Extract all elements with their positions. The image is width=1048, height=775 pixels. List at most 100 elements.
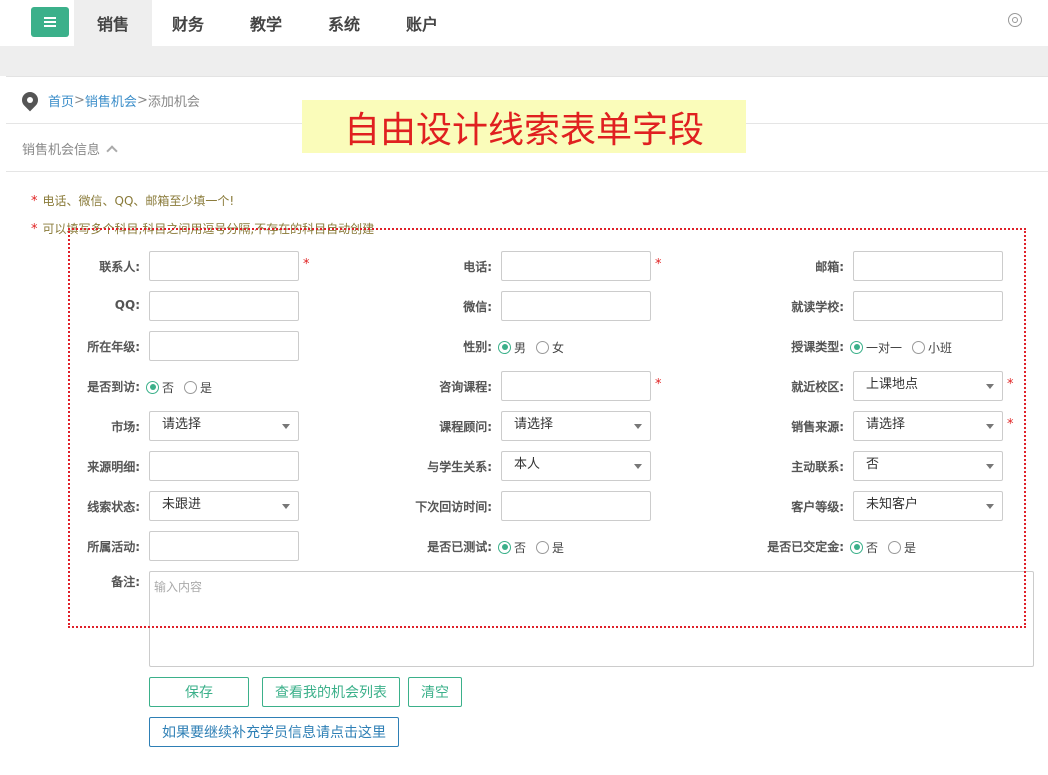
- breadcrumb-separator: >: [74, 92, 85, 108]
- dropdown-arrow-icon: [986, 464, 994, 469]
- deposit-no-option[interactable]: 否: [850, 539, 878, 556]
- label-class-type: 授课类型:: [791, 340, 844, 354]
- continue-student-info-button[interactable]: 如果要继续补充学员信息请点击这里: [149, 717, 399, 747]
- lead-status-select[interactable]: 未跟进: [149, 491, 299, 521]
- source-select[interactable]: 请选择: [853, 411, 1003, 441]
- source-detail-input[interactable]: [149, 451, 299, 481]
- clear-button[interactable]: 清空: [408, 677, 462, 707]
- view-my-opportunities-button[interactable]: 查看我的机会列表: [262, 677, 400, 707]
- email-input[interactable]: [853, 251, 1003, 281]
- label-school: 就读学校:: [791, 300, 844, 314]
- remark-placeholder: 输入内容: [154, 580, 203, 594]
- activity-input[interactable]: [149, 531, 299, 561]
- breadcrumb-separator: >: [136, 92, 148, 108]
- label-relation: 与学生关系:: [427, 460, 492, 474]
- relation-select[interactable]: 本人: [501, 451, 651, 481]
- select-value: 未跟进: [162, 497, 202, 512]
- tab-sales[interactable]: 销售: [74, 0, 152, 46]
- gender-female-option[interactable]: 女: [536, 339, 564, 356]
- gender-male-option[interactable]: 男: [498, 339, 526, 356]
- customer-level-select[interactable]: 未知客户: [853, 491, 1003, 521]
- dropdown-arrow-icon: [634, 464, 642, 469]
- section-title: 销售机会信息: [22, 143, 101, 158]
- tested-no-option[interactable]: 否: [498, 539, 526, 556]
- course-input[interactable]: [501, 371, 651, 401]
- chevron-up-icon[interactable]: [106, 144, 118, 157]
- menu-toggle-button[interactable]: [31, 7, 69, 37]
- location-pin-icon: [18, 88, 42, 112]
- class-small-option[interactable]: 小班: [912, 339, 952, 356]
- label-remark: 备注:: [111, 575, 140, 589]
- radio-unchecked[interactable]: [536, 340, 550, 354]
- tab-finance[interactable]: 财务: [152, 0, 224, 46]
- save-button[interactable]: 保存: [149, 677, 249, 707]
- wechat-input[interactable]: [501, 291, 651, 321]
- breadcrumb-home-link[interactable]: 首页: [48, 91, 74, 110]
- breadcrumb-sales-link[interactable]: 销售机会: [85, 91, 137, 110]
- option-label: 小班: [928, 340, 953, 355]
- radio-checked[interactable]: [146, 380, 159, 394]
- label-market: 市场:: [111, 420, 140, 434]
- tab-system[interactable]: 系统: [308, 0, 380, 46]
- label-grade: 所在年级:: [87, 340, 140, 354]
- remark-textarea[interactable]: 输入内容: [149, 571, 1034, 667]
- radio-unchecked[interactable]: [536, 540, 550, 554]
- active-contact-select[interactable]: 否: [853, 451, 1003, 481]
- gender-radio-group: 男 女: [498, 339, 574, 355]
- deposit-yes-option[interactable]: 是: [888, 539, 916, 556]
- dropdown-arrow-icon: [986, 384, 994, 389]
- label-phone: 电话:: [463, 260, 492, 274]
- label-gender: 性别:: [463, 340, 492, 354]
- dropdown-arrow-icon: [986, 424, 994, 429]
- label-email: 邮箱:: [815, 260, 844, 274]
- breadcrumb: 首页 > 销售机会 > 添加机会: [18, 88, 200, 112]
- radio-checked[interactable]: [498, 540, 511, 554]
- contact-input[interactable]: [149, 251, 299, 281]
- school-input[interactable]: [853, 291, 1003, 321]
- top-navbar: 销售 财务 教学 系统 账户: [0, 0, 1048, 46]
- label-contact: 联系人:: [99, 260, 140, 274]
- dropdown-arrow-icon: [282, 424, 290, 429]
- radio-unchecked[interactable]: [912, 340, 926, 354]
- notice-contact: * 电话、微信、QQ、邮箱至少填一个!: [31, 192, 234, 209]
- required-star: *: [31, 194, 38, 209]
- tested-radio-group: 否 是: [498, 539, 574, 555]
- label-activity: 所属活动:: [87, 540, 140, 554]
- option-label: 一对一: [866, 340, 903, 355]
- tab-teaching[interactable]: 教学: [230, 0, 302, 46]
- select-value: 否: [866, 457, 880, 472]
- advisor-select[interactable]: 请选择: [501, 411, 651, 441]
- campus-select[interactable]: 上课地点: [853, 371, 1003, 401]
- radio-checked[interactable]: [498, 340, 511, 354]
- class-one-option[interactable]: 一对一: [850, 339, 902, 356]
- select-value: 请选择: [514, 417, 554, 432]
- option-label: 否: [514, 540, 527, 555]
- dropdown-arrow-icon: [986, 504, 994, 509]
- dropdown-arrow-icon: [634, 424, 642, 429]
- section-header[interactable]: 销售机会信息: [22, 139, 118, 158]
- select-value: 请选择: [866, 417, 906, 432]
- required-mark: *: [655, 257, 662, 272]
- phone-input[interactable]: [501, 251, 651, 281]
- radio-checked[interactable]: [850, 340, 863, 354]
- option-label: 是: [552, 540, 565, 555]
- radio-unchecked[interactable]: [888, 540, 902, 554]
- qq-input[interactable]: [149, 291, 299, 321]
- market-select[interactable]: 请选择: [149, 411, 299, 441]
- tested-yes-option[interactable]: 是: [536, 539, 564, 556]
- visited-radio-group: 否 是: [146, 379, 222, 395]
- tab-account[interactable]: 账户: [386, 0, 458, 46]
- visited-yes-option[interactable]: 是: [184, 379, 212, 396]
- grade-input[interactable]: [149, 331, 299, 361]
- visited-no-option[interactable]: 否: [146, 379, 174, 396]
- required-mark: *: [655, 377, 662, 392]
- select-value: 本人: [514, 457, 541, 472]
- label-deposit: 是否已交定金:: [767, 540, 844, 554]
- required-mark: *: [1007, 377, 1014, 392]
- option-label: 是: [904, 540, 917, 555]
- label-source: 销售来源:: [791, 420, 844, 434]
- help-lifebuoy-icon[interactable]: [1008, 13, 1022, 27]
- next-visit-input[interactable]: [501, 491, 651, 521]
- radio-checked[interactable]: [850, 540, 863, 554]
- radio-unchecked[interactable]: [184, 380, 198, 394]
